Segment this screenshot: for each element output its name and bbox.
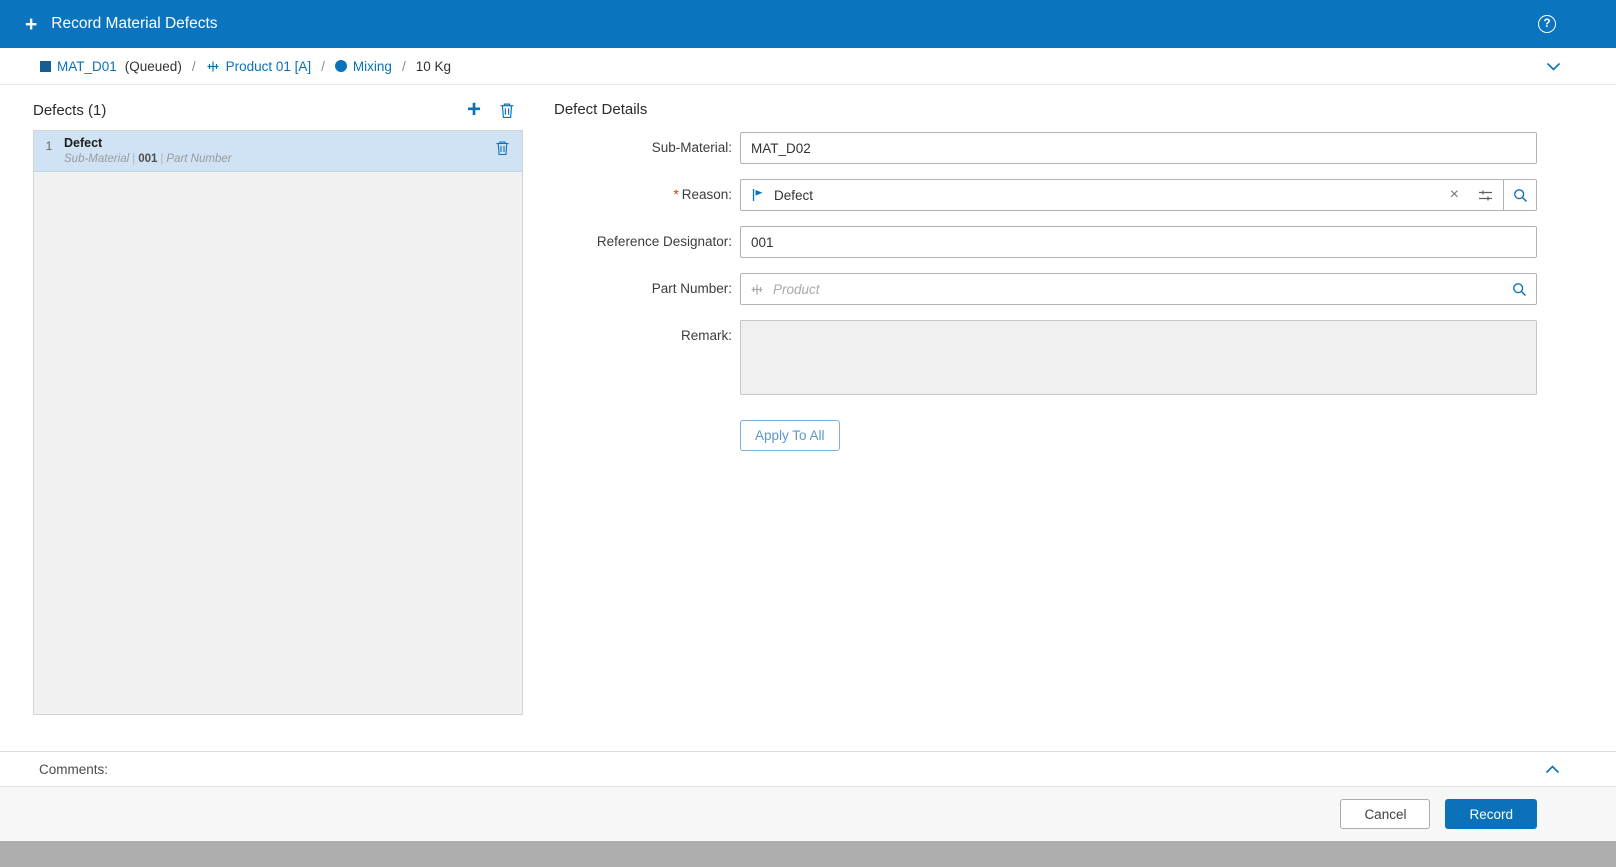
material-state-label: (Queued) [124, 58, 182, 74]
cancel-button[interactable]: Cancel [1340, 799, 1431, 829]
breadcrumb-separator: / [191, 58, 196, 74]
subtitle-separator: | [132, 153, 136, 165]
chevron-down-icon[interactable] [1546, 62, 1561, 71]
help-icon[interactable]: ? [1538, 15, 1556, 33]
context-bar: MAT_D01 (Queued) / Product 01 [A] / Mixi… [0, 48, 1616, 85]
window-bottom-strip [0, 841, 1616, 867]
quantity-label: 10 Kg [415, 58, 451, 74]
delete-defect-item-button[interactable] [495, 136, 510, 156]
flag-icon [751, 188, 765, 202]
clear-icon[interactable]: × [1441, 187, 1468, 203]
value-help-icon[interactable] [1468, 189, 1503, 202]
product-icon [206, 60, 220, 73]
breadcrumb-product-link[interactable]: Product 01 [A] [226, 59, 312, 74]
reason-field-row: * Reason: Defect × [554, 179, 1537, 211]
defect-details-title: Defect Details [554, 101, 648, 118]
reference-designator-input[interactable] [740, 226, 1537, 258]
defect-item-subtitle: Sub-Material | 001 | Part Number [64, 153, 495, 165]
defect-index: 1 [45, 139, 53, 153]
remark-field-row: Remark: [554, 320, 1537, 400]
reason-label: * Reason: [673, 187, 732, 202]
defect-reference-value: 001 [138, 153, 158, 165]
part-number-search-icon[interactable] [1506, 282, 1527, 297]
reason-input[interactable]: Defect × [740, 179, 1537, 211]
reason-value: Defect [774, 187, 814, 203]
reference-designator-field-row: Reference Designator: [554, 226, 1537, 258]
add-defect-button[interactable]: + [467, 98, 481, 122]
sub-material-label: Sub-Material: [651, 140, 732, 155]
defect-sub-material-label: Sub-Material [64, 153, 130, 165]
main-content: Defects (1) + 1 Defect Sub-Material | 00… [0, 85, 1616, 751]
part-number-label: Part Number: [651, 281, 732, 296]
defect-details-panel: Defect Details Sub-Material: *Reason: [554, 98, 1537, 751]
material-icon [40, 60, 51, 72]
sub-material-field-row: Sub-Material: [554, 132, 1537, 164]
part-number-field [740, 273, 1537, 305]
sub-material-input[interactable] [740, 132, 1537, 164]
remark-label: Remark: [680, 328, 732, 343]
delete-defects-button[interactable] [499, 102, 515, 119]
part-number-input[interactable] [771, 280, 1506, 298]
action-bar: Cancel Record [0, 786, 1616, 841]
reason-search-button[interactable] [1503, 180, 1536, 210]
part-number-field-row: Part Number: [554, 273, 1537, 305]
record-material-defects-window: + Record Material Defects ? MAT_D01 (Que… [0, 0, 1616, 867]
defect-item-title: Defect [64, 136, 103, 150]
reference-designator-label: Reference Designator: [596, 234, 732, 249]
apply-to-all-button[interactable]: Apply To All [740, 420, 840, 451]
apply-to-all-row: Apply To All [554, 415, 1537, 451]
defects-list: 1 Defect Sub-Material | 001 | Part Number [33, 130, 523, 715]
comments-section: Comments: [0, 751, 1616, 786]
required-marker: * [673, 187, 679, 202]
add-icon: + [25, 12, 38, 36]
comments-label: Comments: [39, 761, 109, 777]
breadcrumb-separator: / [401, 58, 406, 74]
step-icon [334, 60, 347, 72]
record-button[interactable]: Record [1445, 799, 1537, 829]
product-icon [750, 283, 764, 296]
breadcrumb-material-link[interactable]: MAT_D01 [57, 59, 117, 74]
defects-panel-header: Defects (1) + [33, 98, 523, 122]
defects-panel: Defects (1) + 1 Defect Sub-Material | 00… [33, 98, 523, 751]
breadcrumb-step-link[interactable]: Mixing [353, 59, 392, 74]
page-title: Record Material Defects [51, 15, 218, 32]
breadcrumb-separator: / [321, 58, 325, 74]
chevron-up-icon[interactable] [1545, 764, 1560, 774]
defects-panel-title: Defects (1) [33, 101, 107, 119]
title-bar: + Record Material Defects ? [0, 0, 1616, 48]
defect-part-number-label: Part Number [166, 153, 232, 165]
defect-list-item[interactable]: 1 Defect Sub-Material | 001 | Part Number [34, 131, 522, 172]
remark-input[interactable] [740, 320, 1537, 395]
subtitle-separator: | [160, 153, 164, 165]
